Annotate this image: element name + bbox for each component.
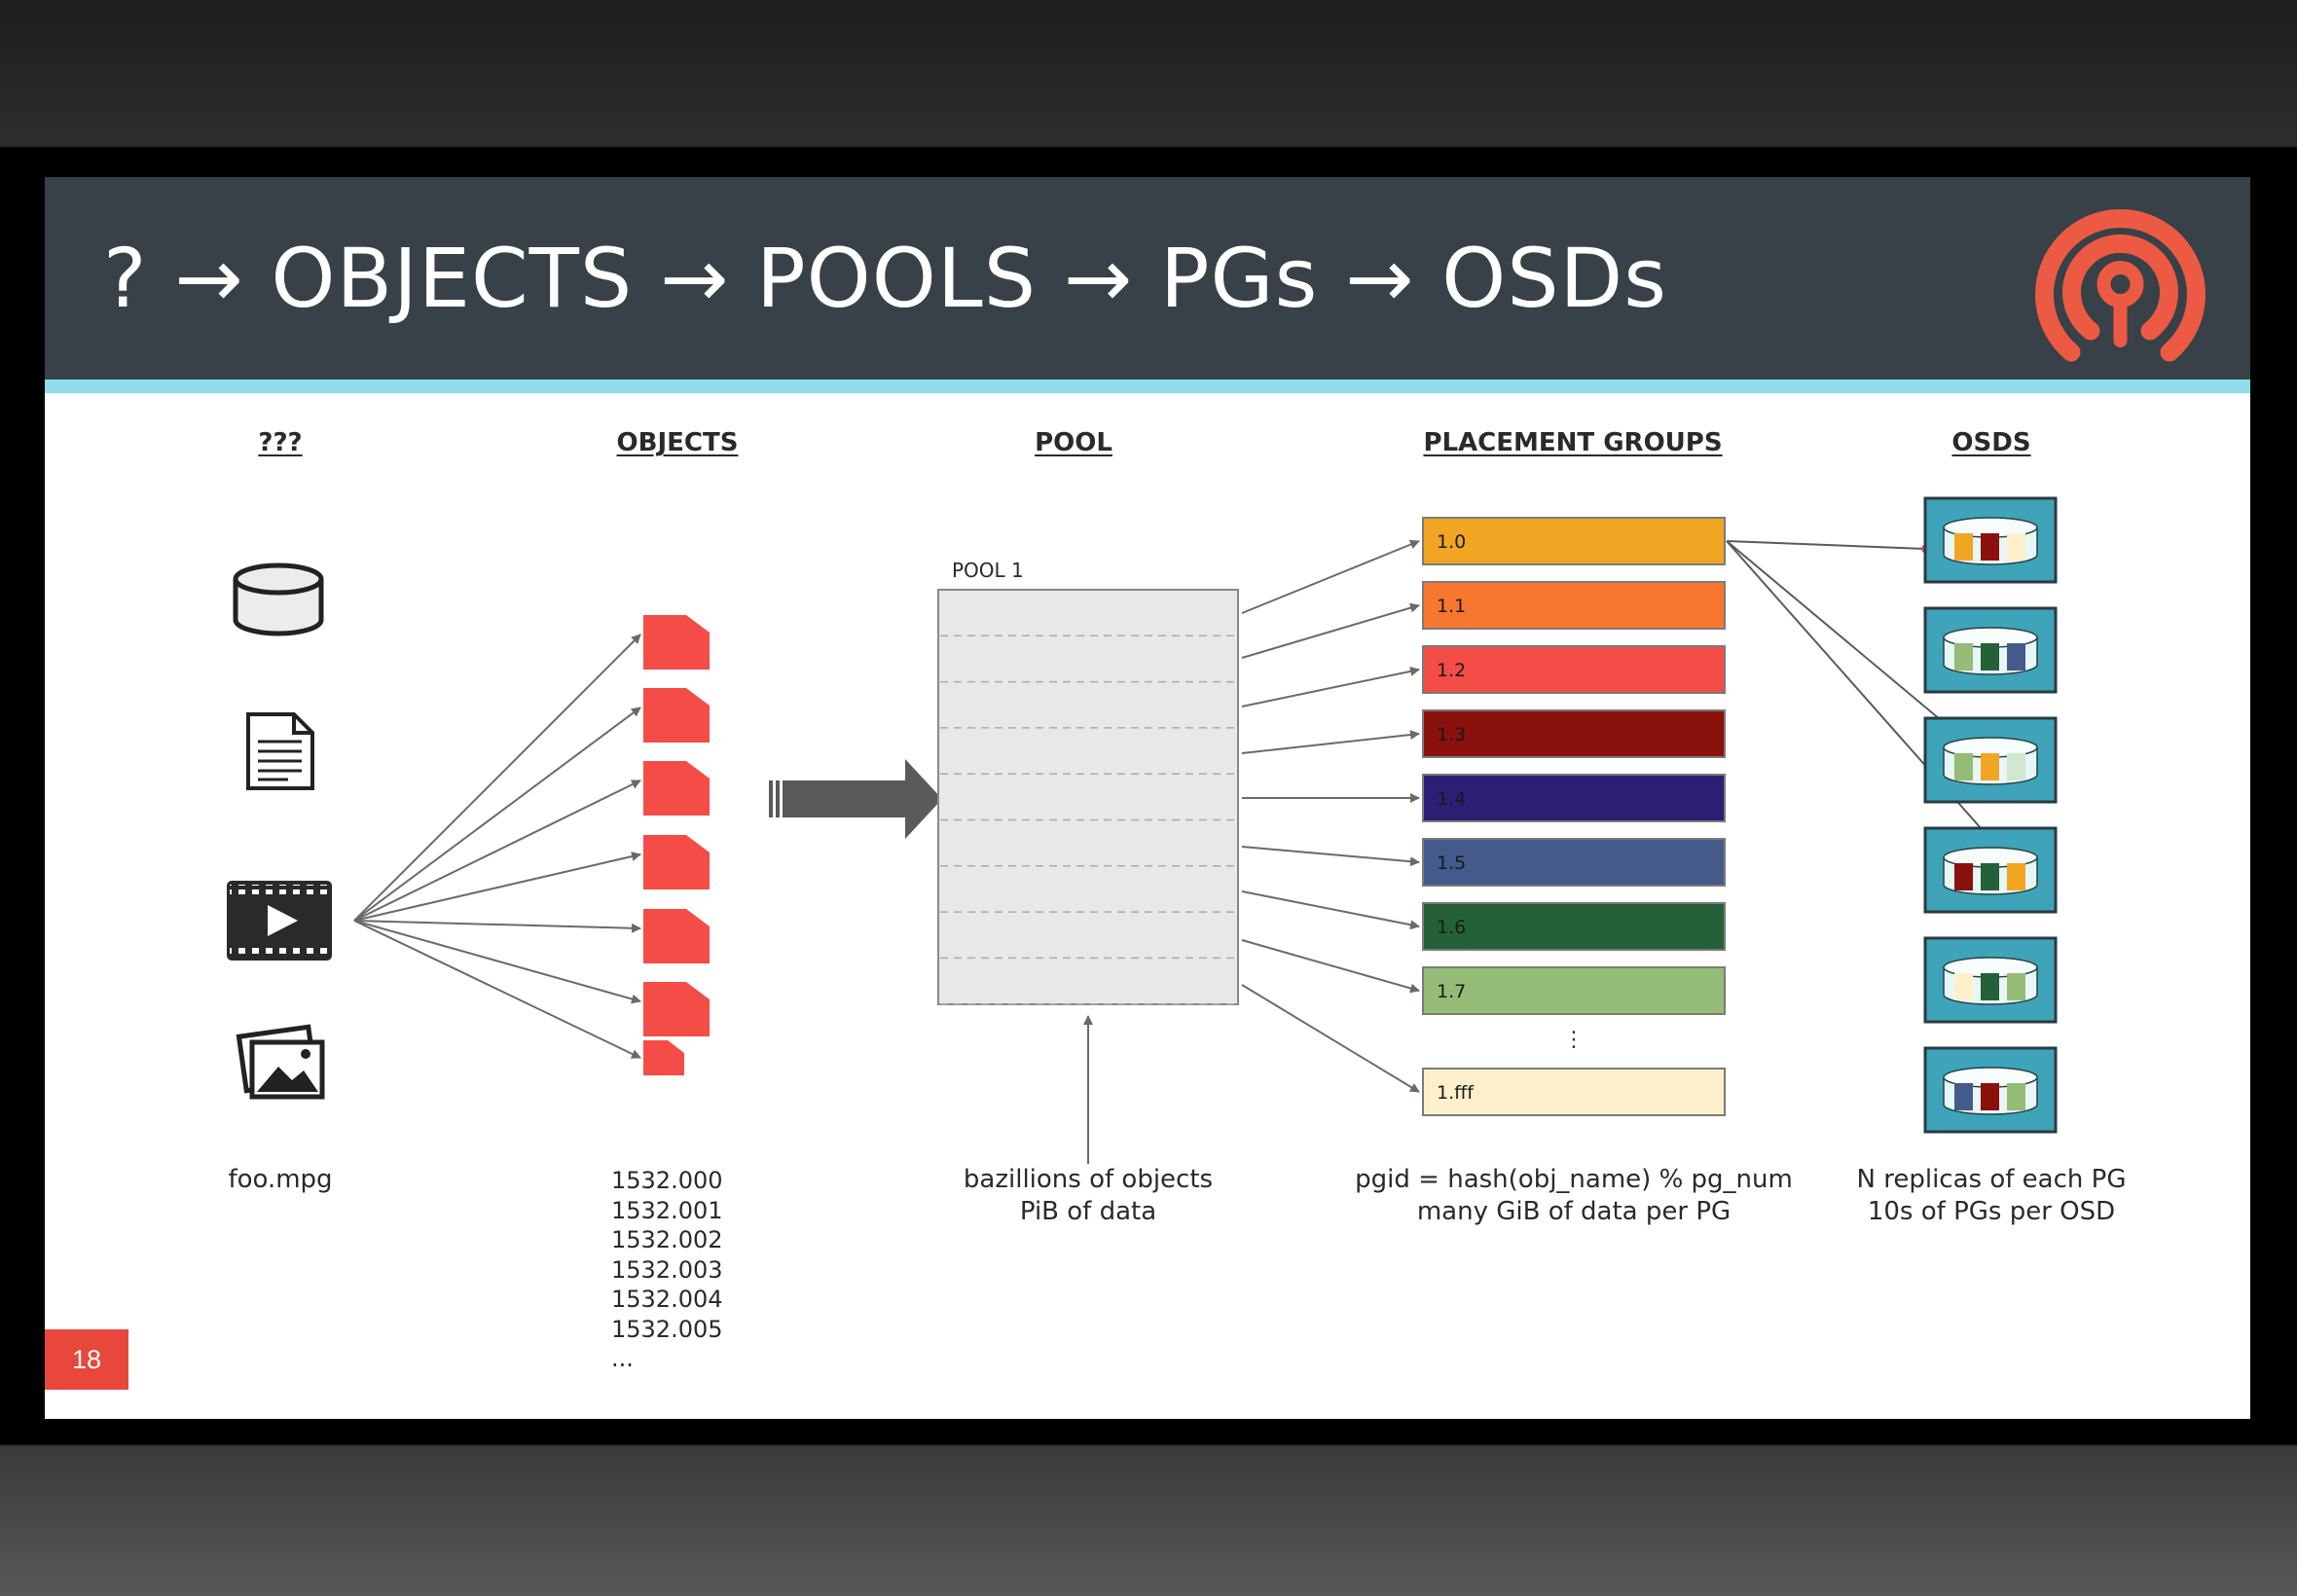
pg-bar xyxy=(1422,645,1726,694)
pg-bar xyxy=(1422,581,1726,630)
object-id: 1532.005 xyxy=(611,1315,723,1343)
pg-bar xyxy=(1422,966,1726,1015)
pg-caption-line-1: pgid = hash(obj_name) % pg_num xyxy=(1355,1165,1793,1194)
pg-arrows xyxy=(1241,539,1420,1093)
pg-label: 1.3 xyxy=(1437,724,1466,745)
pool-caption-line-1: bazillions of objects xyxy=(963,1165,1214,1194)
osd-pg-slot xyxy=(2007,863,2025,890)
pg-label: 1.1 xyxy=(1437,596,1466,617)
osd-disk xyxy=(1923,826,2058,914)
osd-pg-slot xyxy=(1981,533,1999,561)
osd-pg-slot xyxy=(1954,973,1973,1000)
object-arrow xyxy=(353,780,641,922)
object-id: 1532.002 xyxy=(611,1226,723,1253)
object-file-icon xyxy=(643,909,710,963)
placement-groups: 1.0 1.1 1.2 1.3 1.4 1.5 1.6 1.7 1.fff xyxy=(1422,517,1726,1116)
osd-pg-slot xyxy=(1981,643,1999,671)
unknown-caption: foo.mpg xyxy=(228,1165,333,1194)
pg-bar xyxy=(1422,838,1726,887)
pool-to-pg-arrow xyxy=(1241,730,1420,754)
osd-disk xyxy=(1923,606,2058,694)
page-number: 18 xyxy=(45,1329,128,1390)
object-arrow xyxy=(353,707,641,922)
osd-caption-line-2: 10s of PGs per OSD xyxy=(1867,1197,2116,1226)
object-arrow xyxy=(353,920,641,933)
object-id: 1532.000 xyxy=(611,1167,723,1194)
pg-label: 1.4 xyxy=(1437,788,1466,810)
big-right-arrow xyxy=(769,759,942,839)
pool-to-pg-arrow xyxy=(1241,539,1420,614)
replica-line xyxy=(1726,540,1926,550)
object-id: 1532.003 xyxy=(611,1255,723,1284)
pool-to-pg-arrow xyxy=(1241,890,1420,930)
pg-caption-line-2: many GiB of data per PG xyxy=(1416,1197,1732,1226)
object-id: 1532.004 xyxy=(611,1286,723,1313)
ceph-data-flow-diagram: POOL 1 1.0 1.1 1.2 1.3 1.4 1.5 1.6 1.7 1.fff ⋮ xyxy=(227,496,2058,1164)
osd-pg-slot xyxy=(1981,753,1999,780)
osd-caption: N replicas of each PG 10s of PGs per OSD xyxy=(1857,1164,2127,1228)
object-arrow xyxy=(353,634,641,922)
osd-pg-slot xyxy=(1954,643,1973,671)
osd-disk xyxy=(1923,716,2058,804)
pool-to-pg-arrow xyxy=(1241,984,1420,1093)
osd-pg-slot xyxy=(1954,753,1973,780)
object-file-icon xyxy=(643,761,710,816)
pg-label: 1.0 xyxy=(1437,531,1466,553)
osd-pg-slot xyxy=(1954,533,1973,561)
object-files xyxy=(643,615,710,1075)
video-icon xyxy=(227,881,332,961)
pool-to-pg-arrow xyxy=(1241,846,1420,867)
database-icon xyxy=(233,562,324,636)
object-file-icon xyxy=(643,835,710,889)
object-id-list: 1532.000 1532.001 1532.002 1532.003 1532… xyxy=(611,1166,723,1374)
pg-label: 1.fff xyxy=(1437,1082,1475,1104)
osd-pg-slot xyxy=(2007,753,2025,780)
pool-caption: bazillions of objects PiB of data xyxy=(964,1164,1213,1228)
pg-caption: pgid = hash(obj_name) % pg_num many GiB … xyxy=(1355,1164,1793,1228)
object-file-icon xyxy=(643,1040,684,1075)
osd-caption-line-1: N replicas of each PG xyxy=(1856,1165,2127,1194)
osd-pg-slot xyxy=(1981,863,1999,890)
pg-ellipsis: ⋮ xyxy=(1563,1028,1585,1052)
pg-label: 1.2 xyxy=(1437,660,1466,681)
pg-bar xyxy=(1422,774,1726,822)
pool-to-pg-arrow xyxy=(1241,939,1420,994)
pg-label: 1.5 xyxy=(1437,852,1466,874)
pool-box xyxy=(937,589,1239,1005)
pool-to-pg-arrow xyxy=(1241,666,1420,707)
pool-caption-line-2: PiB of data xyxy=(1019,1197,1157,1226)
osd-disk xyxy=(1923,1046,2058,1134)
osd-pg-slot xyxy=(1954,1083,1973,1110)
object-file-icon xyxy=(643,688,710,743)
osd-pg-slot xyxy=(1981,973,1999,1000)
pg-bar xyxy=(1422,902,1726,951)
images-icon xyxy=(236,1024,325,1100)
osd-pg-slot xyxy=(2007,533,2025,561)
pg-bar xyxy=(1422,709,1726,758)
osd-pg-slot xyxy=(2007,973,2025,1000)
osd-pg-slot xyxy=(1954,863,1973,890)
document-icon xyxy=(246,712,314,790)
osd-disk xyxy=(1923,936,2058,1024)
object-id: ... xyxy=(611,1345,634,1372)
pool-label: POOL 1 xyxy=(952,559,1024,582)
osd-pg-slot xyxy=(2007,1083,2025,1110)
osds xyxy=(1923,496,2058,1134)
pool-to-pg-arrow xyxy=(1241,602,1420,659)
osd-pg-slot xyxy=(2007,643,2025,671)
osd-disk xyxy=(1923,496,2058,584)
object-arrows xyxy=(353,634,641,1059)
pg-label: 1.6 xyxy=(1437,917,1466,938)
pg-bar xyxy=(1422,517,1726,565)
object-file-icon xyxy=(643,982,710,1036)
osd-pg-slot xyxy=(1981,1083,1999,1110)
object-file-icon xyxy=(643,615,710,670)
slide: ? → OBJECTS → POOLS → PGs → OSDs ??? OBJ… xyxy=(45,177,2250,1419)
pg-label: 1.7 xyxy=(1437,981,1466,1002)
object-id: 1532.001 xyxy=(611,1196,723,1224)
